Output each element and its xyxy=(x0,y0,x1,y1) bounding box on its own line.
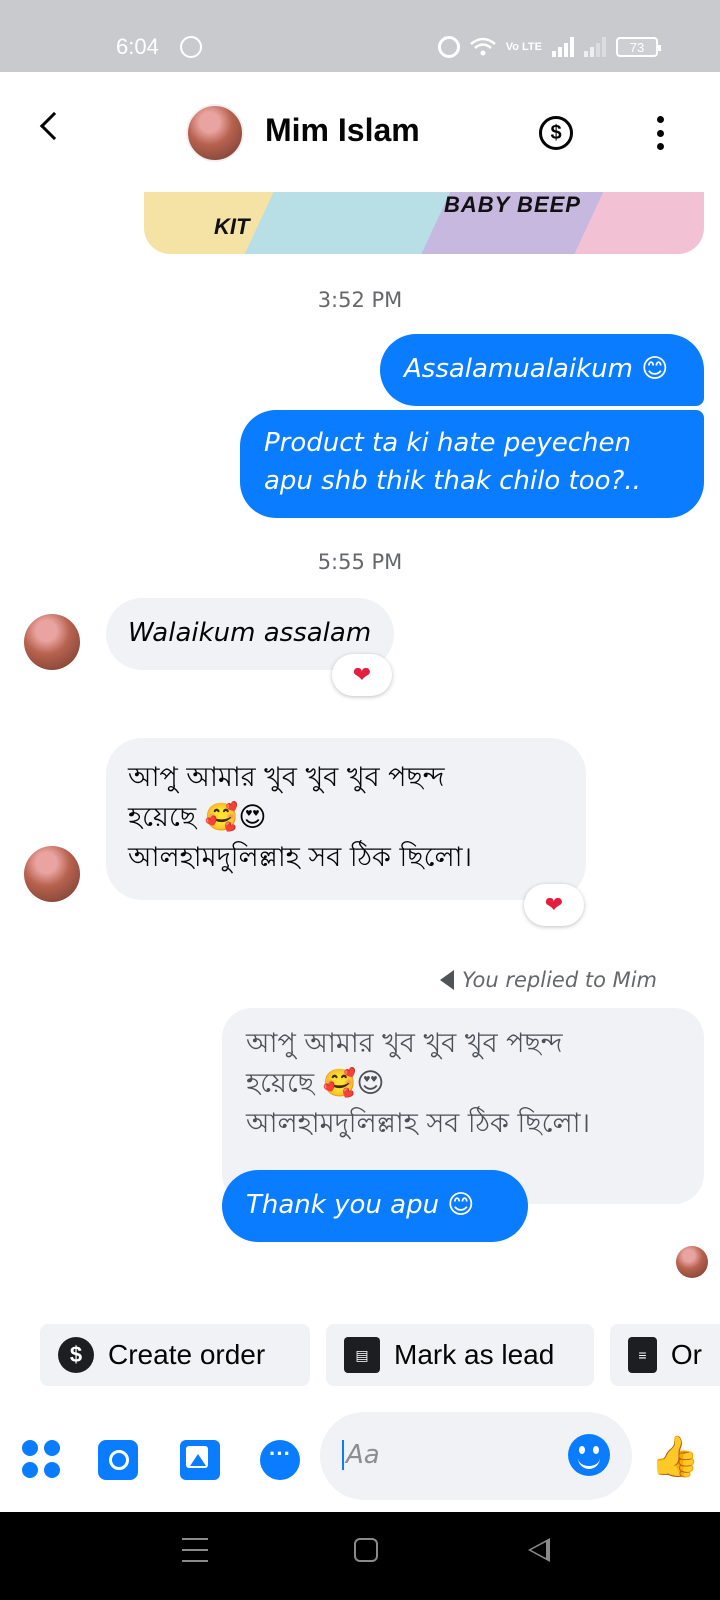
status-bar: 6:04 Vo LTE 73 xyxy=(0,0,720,72)
recent-apps-icon[interactable] xyxy=(182,1538,208,1562)
wifi-icon xyxy=(469,37,496,56)
back-triangle-icon[interactable] xyxy=(528,1538,550,1562)
gallery-icon[interactable] xyxy=(180,1440,220,1480)
signal-icon xyxy=(552,37,574,57)
whatsapp-icon xyxy=(180,36,202,58)
camera-icon[interactable] xyxy=(98,1440,138,1480)
contact-name[interactable]: Mim Islam xyxy=(265,112,420,149)
battery-level: 73 xyxy=(629,39,645,55)
status-icons: Vo LTE 73 xyxy=(437,36,661,58)
signal-icon-2 xyxy=(584,37,606,57)
message-line: আপু আমার খুব খুব খুব পছন্দ xyxy=(128,762,445,793)
dollar-circle-icon[interactable]: $ xyxy=(539,116,573,150)
battery-icon: 73 xyxy=(616,37,661,57)
heart-reaction-icon[interactable]: ❤ xyxy=(332,654,392,696)
outgoing-message[interactable]: Product ta ki hate peyechen apu shb thik… xyxy=(240,410,704,518)
create-order-button[interactable]: $ Create order xyxy=(40,1324,310,1386)
document-icon: ≡ xyxy=(628,1337,657,1373)
chat-bubble-icon[interactable]: ··· xyxy=(260,1440,300,1480)
contact-card-icon: ▤ xyxy=(344,1337,380,1373)
message-line: আলহামদুলিল্লাহ সব ঠিক ছিলো। xyxy=(128,842,473,873)
thumbs-up-icon[interactable]: 👍 xyxy=(650,1434,700,1480)
mark-as-lead-label: Mark as lead xyxy=(394,1339,555,1370)
sender-avatar[interactable] xyxy=(24,614,80,670)
message-timestamp: 3:52 PM xyxy=(317,288,403,312)
message-line: Product ta ki hate peyechen xyxy=(264,428,631,458)
vertical-dots-icon[interactable] xyxy=(656,116,664,150)
card-right-text: BABY BEEP xyxy=(444,192,581,217)
sender-avatar[interactable] xyxy=(24,846,80,902)
card-left-text: KIT xyxy=(214,214,250,239)
contact-avatar[interactable] xyxy=(186,104,244,162)
apps-grid-icon[interactable] xyxy=(22,1440,62,1480)
reply-indicator: You replied to Mim xyxy=(440,968,657,992)
dollar-icon: $ xyxy=(58,1337,94,1373)
reply-arrow-icon xyxy=(440,970,454,990)
outgoing-message[interactable]: Thank you apu 😊 xyxy=(222,1170,528,1242)
mark-as-lead-button[interactable]: ▤ Mark as lead xyxy=(326,1324,594,1386)
heart-reaction-icon[interactable]: ❤ xyxy=(524,884,584,926)
home-icon[interactable] xyxy=(354,1538,378,1562)
replied-label: You replied to Mim xyxy=(462,968,657,992)
orders-button[interactable]: ≡ Or xyxy=(610,1324,720,1386)
shared-product-card[interactable]: KIT BABY BEEP xyxy=(144,192,704,254)
message-line: হয়েছে 🥰😍 xyxy=(246,1068,385,1099)
create-order-label: Create order xyxy=(108,1339,266,1370)
emoji-icon[interactable] xyxy=(568,1434,610,1476)
message-timestamp: 5:55 PM xyxy=(317,550,403,574)
message-line: আপু আমার খুব খুব খুব পছন্দ xyxy=(246,1028,563,1059)
alarm-icon xyxy=(437,36,460,58)
status-time: 6:04 xyxy=(116,34,159,59)
orders-label: Or xyxy=(670,1339,702,1370)
message-line: apu shb thik thak chilo too?.. xyxy=(264,466,641,496)
message-line: হয়েছে 🥰😍 xyxy=(128,802,267,833)
outgoing-message[interactable]: Assalamualaikum 😊 xyxy=(380,334,704,406)
message-input-placeholder: Aa xyxy=(342,1440,380,1470)
volte-label: Vo LTE xyxy=(505,41,542,53)
message-line: আলহামদুলিল্লাহ সব ঠিক ছিলো। xyxy=(246,1108,591,1139)
incoming-message[interactable]: আপু আমার খুব খুব খুব পছন্দ হয়েছে 🥰😍 আলহ… xyxy=(106,738,586,900)
seen-avatar xyxy=(676,1246,708,1278)
